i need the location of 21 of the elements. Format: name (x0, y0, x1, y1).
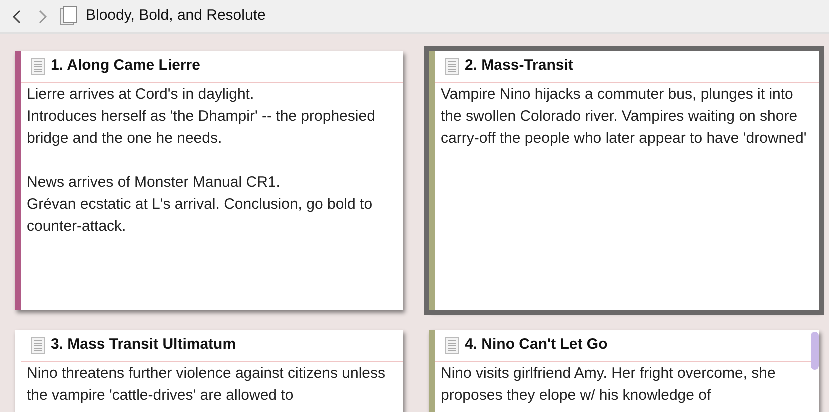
document-icon (60, 6, 78, 26)
scrollbar-thumb[interactable] (811, 332, 819, 370)
card-title: 2. Mass-Transit (465, 56, 574, 76)
document-icon (31, 58, 45, 75)
card-title: 3. Mass Transit Ultimatum (51, 335, 236, 356)
back-icon (12, 9, 22, 26)
card-text: Nino threatens further violence against citizens unless the vampire 'cattle-drives' are allowed to (26, 364, 387, 406)
index-card[interactable]: 3. Mass Transit Ultimatum Nino threatens further violence against citizens unless the vampire 'cattle-drives' are allowed to (15, 330, 403, 412)
card-text: Nino visits girlfriend Amy. Her fright overcome, she proposes they elope w/ his knowledge of (440, 364, 777, 406)
document-title: Bloody, Bold, and Resolute (86, 6, 266, 26)
card-text: Lierre arrives at Cord's in daylight. Introduces herself as 'the Dhampir' -- the prophesied bridge and the one he needs. News arrives of Monster Manual CR1. Grévan ecstatic at L's arrival. Conclusion, go bold to counter-attack. (26, 85, 376, 237)
card-title: 1. Along Came Lierre (51, 56, 200, 76)
index-card[interactable]: 4. Nino Can't Let Go Nino visits girlfriend Amy. Her fright overcome, she proposes they elope w/ his knowledge of (429, 330, 819, 412)
document-icon (445, 58, 459, 75)
card-title: 4. Nino Can't Let Go (465, 335, 608, 356)
index-card[interactable] (15, 51, 403, 310)
card-text: Vampire Nino hijacks a commuter bus, plunges it into the swollen Colorado river. Vampires waiting on shore carry-off the people who later appear to have 'drowned' (440, 85, 808, 149)
document-icon (31, 337, 45, 354)
document-icon (445, 337, 459, 354)
forward-icon (38, 9, 48, 26)
index-card[interactable]: 2. Mass-Transit Vampire Nino hijacks a commuter bus, plunges it into the swollen Colorado river. Vampires waiting on shore carry-off the people who later appear to have 'drowned' (429, 51, 819, 310)
